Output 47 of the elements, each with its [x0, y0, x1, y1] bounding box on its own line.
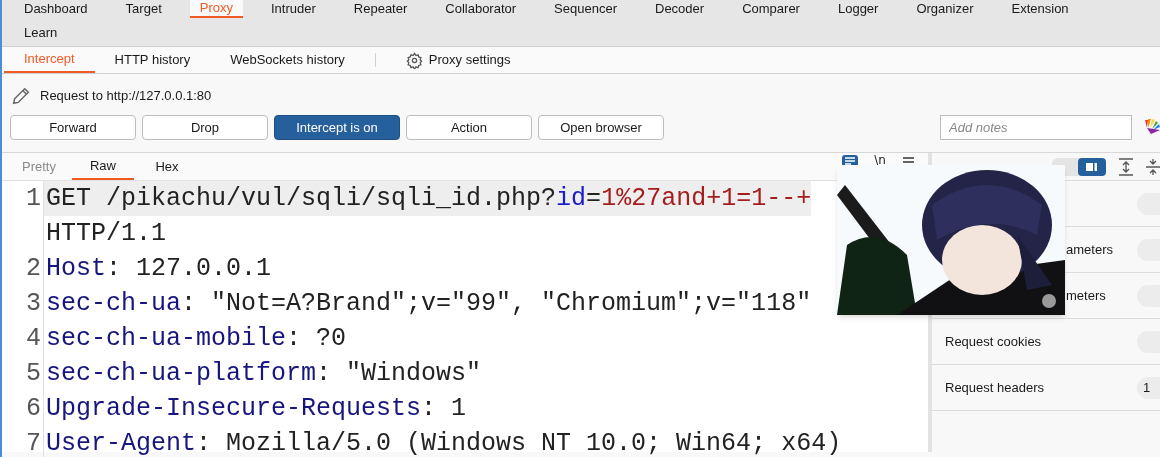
notes-field[interactable]: Add notes: [940, 115, 1132, 140]
main-tab[interactable]: Decoder: [645, 0, 715, 18]
line-number: 6: [2, 391, 44, 426]
main-tab[interactable]: Target: [115, 0, 172, 18]
code-line: sec-ch-ua-platform: "Windows": [45, 358, 482, 390]
main-tab[interactable]: Intruder: [261, 0, 326, 18]
sub-tab[interactable]: HTTP history: [94, 47, 211, 73]
newline-toggle[interactable]: \n: [872, 154, 888, 167]
line-number: 2: [2, 251, 44, 286]
count-badge: 1: [1137, 376, 1160, 399]
editor-tab[interactable]: Hex: [136, 153, 198, 180]
main-tab[interactable]: Organizer: [906, 0, 984, 18]
toolbar-button[interactable]: Open browser: [538, 115, 664, 140]
inspector-label[interactable]: Request headers: [945, 377, 1044, 398]
code-line: Host: 127.0.0.1: [45, 253, 272, 285]
main-tab[interactable]: Dashboard: [14, 0, 98, 18]
main-tab[interactable]: Logger: [827, 0, 889, 18]
sub-tab[interactable]: WebSockets history: [210, 47, 365, 73]
code-line: Upgrade-Insecure-Requests: 1: [45, 393, 467, 425]
pencil-icon: [10, 85, 32, 107]
collapse-icon[interactable]: [1146, 157, 1160, 176]
code-line: sec-ch-ua-mobile: ?0: [45, 323, 347, 355]
main-tab[interactable]: Comparer: [732, 0, 810, 18]
main-tab[interactable]: Repeater: [343, 0, 418, 18]
code-line: sec-ch-ua: "Not=A?Brand";v="99", "Chromium";v="118": [45, 288, 812, 320]
toolbar-button[interactable]: Drop: [142, 115, 268, 140]
proxy-settings-button[interactable]: Proxy settings: [385, 47, 531, 73]
expand-icon[interactable]: [1118, 157, 1134, 176]
main-tab[interactable]: Collaborator: [435, 0, 527, 18]
code-line: User-Agent: Mozilla/5.0 (Windows NT 10.0; Win64; x64): [45, 428, 842, 457]
main-tab[interactable]: Sequencer: [544, 0, 627, 18]
toolbar-button[interactable]: Forward: [10, 115, 136, 140]
main-tab[interactable]: Learn: [14, 24, 68, 42]
line-number: 7: [2, 426, 44, 457]
inspector-label[interactable]: Request cookies: [945, 331, 1042, 352]
line-number: 5: [2, 356, 44, 391]
code-line: HTTP/1.1: [45, 218, 168, 250]
main-tab[interactable]: Extension: [1001, 0, 1079, 18]
settings-icon: [405, 51, 423, 69]
request-target: Request to http://127.0.0.1:80: [40, 87, 212, 106]
line-number: 4: [2, 321, 44, 356]
inspector-label[interactable]: ameters: [1066, 239, 1113, 260]
panel-icon[interactable]: [1078, 157, 1106, 176]
inspector-label[interactable]: meters: [1066, 285, 1106, 306]
toolbar-button[interactable]: Intercept is on: [274, 115, 400, 140]
toolbar-button[interactable]: Action: [406, 115, 532, 140]
line-number: 3: [2, 286, 44, 321]
